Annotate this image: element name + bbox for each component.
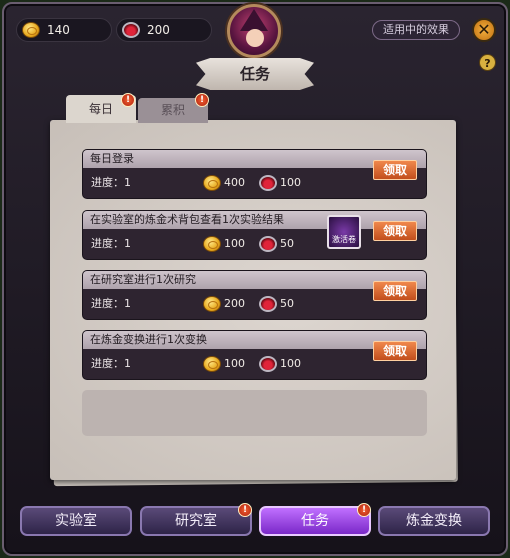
potion-icon [122, 22, 140, 38]
nav-tasks[interactable]: 任务 [259, 506, 371, 536]
nav-research-room[interactable]: 研究室 [140, 506, 252, 536]
potion-icon [259, 175, 277, 191]
potion-icon [259, 236, 277, 252]
help-icon[interactable]: ? [479, 54, 496, 71]
nav-laboratory[interactable]: 实验室 [20, 506, 132, 536]
tab-label: 每日 [88, 102, 113, 116]
gold-coin-icon [203, 236, 221, 252]
nav-alchemy-transform[interactable]: 炼金变换 [378, 506, 490, 536]
claim-button[interactable]: 领取 [373, 160, 417, 180]
alert-badge-icon: ! [357, 503, 371, 517]
gold-coin-icon [203, 296, 221, 312]
reward-gold-amount: 100 [224, 237, 245, 250]
claim-button[interactable]: 领取 [373, 221, 417, 241]
reward-potion-amount: 50 [280, 237, 294, 250]
reward-gold: 400 [203, 175, 245, 191]
reward-gold: 200 [203, 296, 245, 312]
reward-potion-amount: 100 [280, 357, 301, 370]
character-avatar [227, 4, 281, 58]
avatar-face [246, 29, 264, 47]
page-title: 任务 [196, 58, 314, 90]
potion-icon [259, 356, 277, 372]
reward-gold-amount: 200 [224, 297, 245, 310]
tab-label: 累积 [160, 103, 185, 117]
reward-gold: 100 [203, 356, 245, 372]
potion-amount: 200 [147, 23, 170, 37]
task-card: 在炼金变换进行1次变换 进度：1 100 100 领取 [82, 330, 427, 380]
reward-gold-amount: 400 [224, 176, 245, 189]
witch-hat-icon [240, 9, 268, 31]
reward-gold-amount: 100 [224, 357, 245, 370]
reward-potion-amount: 50 [280, 297, 294, 310]
empty-task-slot [82, 390, 427, 436]
claim-button[interactable]: 领取 [373, 341, 417, 361]
task-card: 在研究室进行1次研究 进度：1 200 50 领取 [82, 270, 427, 320]
close-icon[interactable]: ✕ [472, 18, 496, 42]
task-card: 在实验室的炼金术背包查看1次实验结果 进度：1 100 50 激活卷 领取 [82, 210, 427, 260]
alert-badge-icon: ! [238, 503, 252, 517]
gold-counter: 140 [16, 18, 112, 42]
reward-potion: 100 [259, 356, 301, 372]
gold-coin-icon [22, 22, 40, 38]
task-progress: 进度：1 [91, 237, 131, 250]
gold-coin-icon [203, 175, 221, 191]
claim-button[interactable]: 领取 [373, 281, 417, 301]
alert-badge-icon: ! [121, 93, 135, 107]
task-progress: 进度：1 [91, 357, 131, 370]
potion-icon [259, 296, 277, 312]
task-card: 每日登录 进度：1 400 100 领取 [82, 149, 427, 199]
gold-coin-icon [203, 356, 221, 372]
alert-badge-icon: ! [195, 93, 209, 107]
reward-potion-amount: 100 [280, 176, 301, 189]
reward-potion: 50 [259, 296, 294, 312]
task-progress: 进度：1 [91, 297, 131, 310]
active-effects-button[interactable]: 适用中的效果 [372, 20, 460, 40]
reward-gold: 100 [203, 236, 245, 252]
reward-potion: 100 [259, 175, 301, 191]
gold-amount: 140 [47, 23, 70, 37]
task-progress: 进度：1 [91, 176, 131, 189]
potion-counter: 200 [116, 18, 212, 42]
reward-item-icon[interactable]: 激活卷 [327, 215, 361, 249]
reward-potion: 50 [259, 236, 294, 252]
